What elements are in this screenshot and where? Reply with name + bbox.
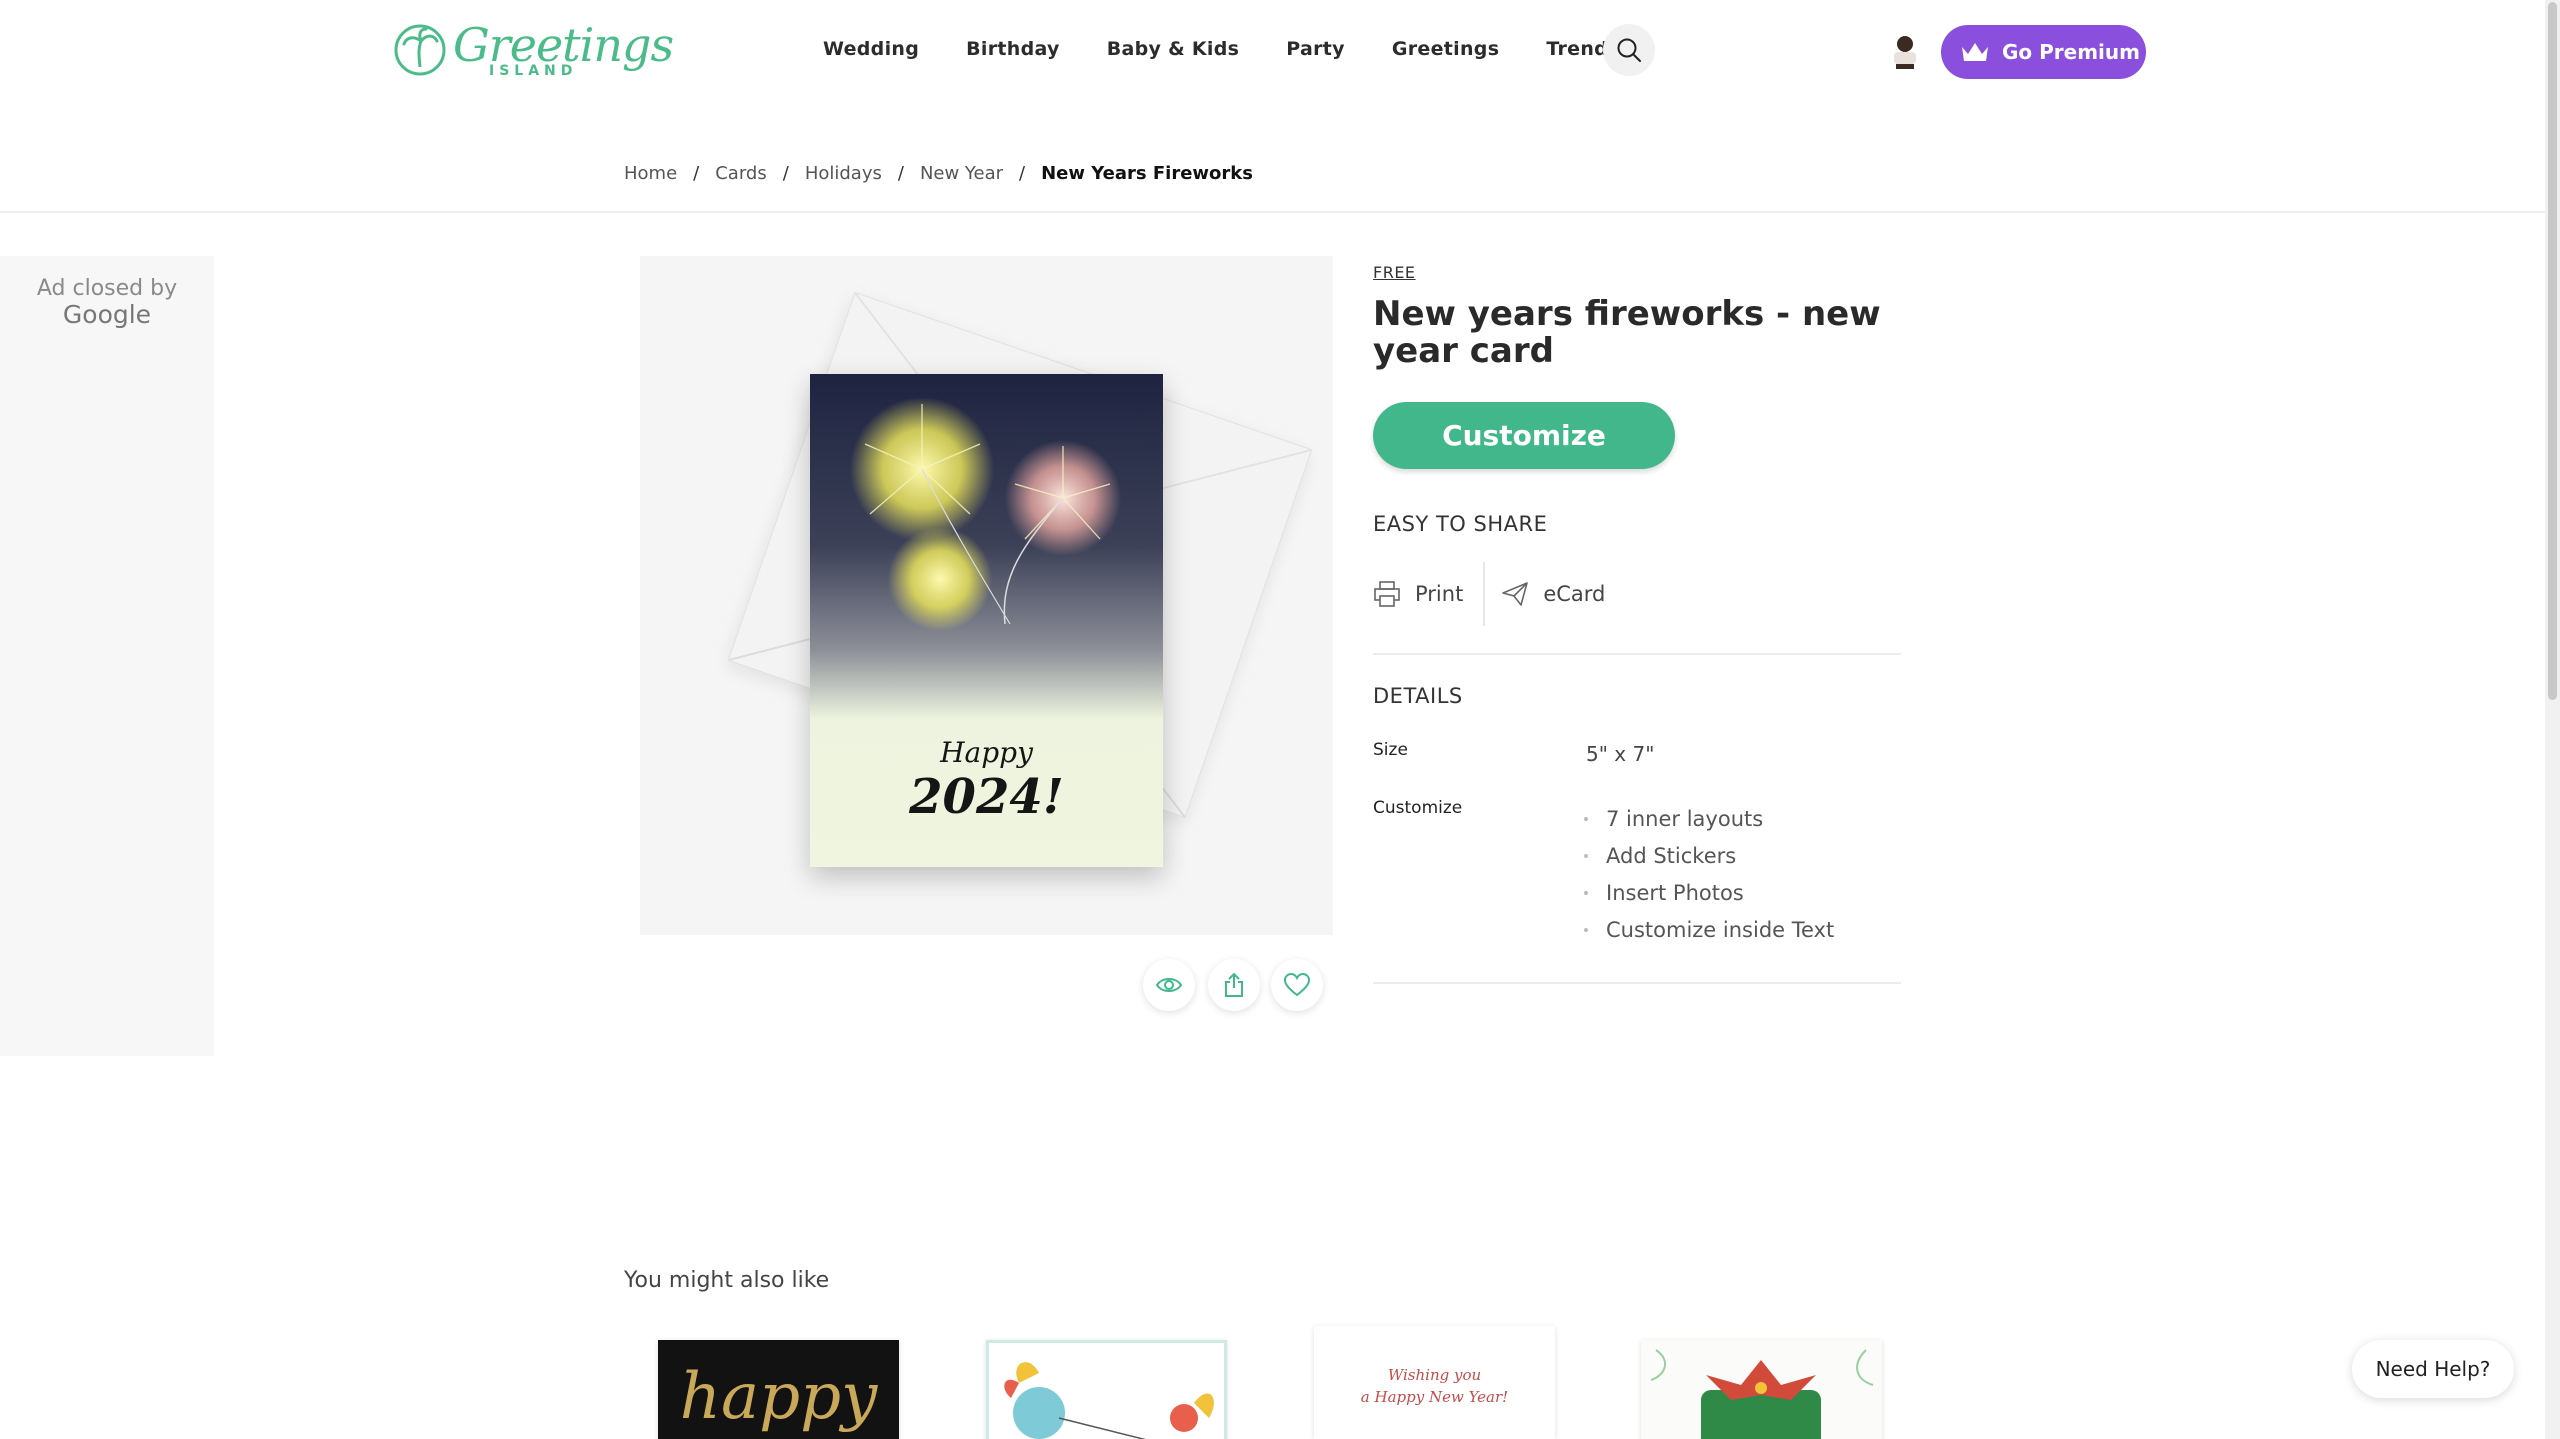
bullet — [1584, 927, 1588, 932]
related-card-thumb[interactable]: Wishing you a Happy New Year! — [1314, 1326, 1555, 1439]
nav-birthday[interactable]: Birthday — [966, 38, 1060, 60]
size-label: Size — [1373, 740, 1408, 760]
card-greeting-text: Happy — [940, 736, 1033, 769]
related-card-thumb[interactable] — [986, 1340, 1227, 1439]
section-divider — [1373, 653, 1901, 655]
site-header: Greetings ISLAND Wedding Birthday Baby &… — [0, 0, 2545, 100]
search-icon — [1617, 38, 1641, 62]
ad-closed-text: Ad closed by — [36, 276, 178, 301]
section-divider — [1373, 982, 1901, 984]
nav-baby-kids[interactable]: Baby & Kids — [1107, 38, 1240, 60]
breadcrumb-home[interactable]: Home — [624, 163, 677, 184]
logo-subtext: ISLAND — [489, 63, 578, 79]
thumb-text: a Happy New Year! — [1360, 1388, 1509, 1406]
feature-text: Customize inside Text — [1606, 917, 1835, 942]
need-help-button[interactable]: Need Help? — [2352, 1340, 2514, 1398]
bullet — [1584, 853, 1588, 858]
main-nav: Wedding Birthday Baby & Kids Party Greet… — [823, 38, 1643, 60]
nav-wedding[interactable]: Wedding — [823, 38, 919, 60]
related-heading: You might also like — [624, 1268, 830, 1293]
share-heading: EASY TO SHARE — [1373, 512, 1548, 536]
bullet — [1584, 816, 1588, 821]
list-item: Customize inside Text — [1584, 911, 1834, 948]
card-year-text: 2024! — [909, 769, 1064, 825]
palm-logo-icon — [394, 24, 446, 76]
fireworks-illustration — [850, 397, 1121, 631]
size-value: 5" x 7" — [1586, 742, 1655, 766]
breadcrumb-separator: / — [1019, 163, 1026, 184]
preview-button[interactable] — [1143, 959, 1195, 1011]
ad-closed-notice: Ad closed by Google — [0, 276, 214, 330]
eye-icon — [1155, 978, 1183, 992]
price-label: FREE — [1373, 263, 1416, 282]
related-card-thumb[interactable] — [1641, 1340, 1882, 1439]
breadcrumb-separator: / — [897, 163, 904, 184]
card-preview[interactable]: Happy 2024! — [810, 374, 1163, 867]
go-premium-label: Go Premium — [2002, 40, 2140, 64]
scrollbar-thumb[interactable] — [2548, 2, 2557, 700]
breadcrumb-new-year[interactable]: New Year — [920, 163, 1003, 184]
thumb-text: Wishing you — [1387, 1366, 1482, 1384]
ecard-label: eCard — [1543, 582, 1606, 606]
feature-text: Add Stickers — [1606, 843, 1737, 868]
breadcrumb-cards[interactable]: Cards — [715, 163, 767, 184]
paper-plane-icon — [1502, 582, 1529, 606]
logo[interactable]: Greetings ISLAND — [393, 18, 674, 79]
breadcrumb-current: New Years Fireworks — [1041, 163, 1253, 184]
list-item: 7 inner layouts — [1584, 800, 1834, 837]
user-avatar-icon — [1886, 30, 1924, 72]
print-option[interactable]: Print — [1373, 562, 1486, 626]
share-button[interactable] — [1208, 959, 1260, 1011]
ecard-option[interactable]: eCard — [1485, 581, 1605, 607]
nav-greetings[interactable]: Greetings — [1392, 38, 1499, 60]
breadcrumb: Home / Cards / Holidays / New Year / New… — [624, 163, 1253, 184]
share-icon — [1225, 972, 1243, 997]
poinsettia-illustration — [1650, 1349, 1874, 1439]
logo-text: Greetings — [453, 18, 674, 72]
customize-button[interactable]: Customize — [1373, 402, 1675, 469]
thumb-text: happy — [679, 1360, 878, 1434]
printer-icon — [1374, 581, 1400, 607]
breadcrumb-separator: / — [782, 163, 789, 184]
feature-list: 7 inner layouts Add Stickers Insert Phot… — [1584, 800, 1834, 948]
breadcrumb-separator: / — [693, 163, 700, 184]
customize-label: Customize — [1373, 798, 1463, 818]
go-premium-button[interactable]: Go Premium — [1941, 25, 2146, 79]
crown-icon — [1962, 43, 1988, 61]
favorite-button[interactable] — [1271, 959, 1323, 1011]
search-button[interactable] — [1603, 24, 1655, 76]
bullet — [1584, 890, 1588, 895]
breadcrumb-holidays[interactable]: Holidays — [805, 163, 882, 184]
ad-slot: Ad closed by Google — [0, 256, 214, 1056]
feature-text: Insert Photos — [1606, 880, 1744, 905]
ad-google-text: Google — [62, 300, 152, 330]
heart-icon — [1284, 973, 1310, 997]
nav-party[interactable]: Party — [1286, 38, 1345, 60]
list-item: Insert Photos — [1584, 874, 1834, 911]
bird-illustration — [1004, 1362, 1214, 1439]
print-label: Print — [1415, 582, 1464, 606]
avatar[interactable] — [1886, 30, 1924, 72]
product-title: New years fireworks - new year card — [1373, 294, 1881, 372]
list-item: Add Stickers — [1584, 837, 1834, 874]
header-divider — [0, 211, 2545, 213]
feature-text: 7 inner layouts — [1606, 806, 1764, 831]
details-heading: DETAILS — [1373, 684, 1463, 708]
share-options: Print eCard — [1373, 562, 1605, 626]
scrollbar[interactable] — [2545, 0, 2560, 1439]
related-card-thumb[interactable]: happy — [658, 1340, 899, 1439]
